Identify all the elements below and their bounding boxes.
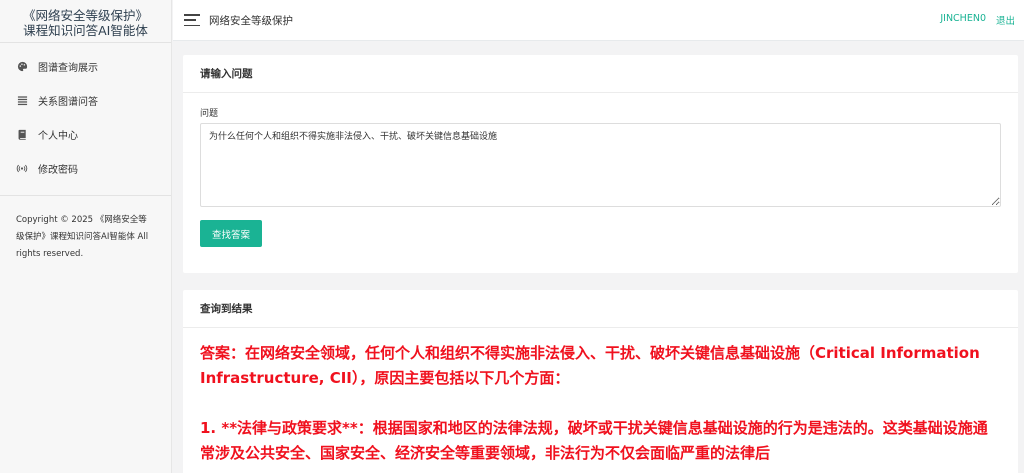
sidebar-item-label: 关系图谱问答 [38, 96, 98, 108]
logout-link[interactable]: 退出 [996, 13, 1015, 27]
sidebar-nav: 图谱查询展示 关系图谱问答 个人中心 修改密码 [0, 43, 171, 196]
page-title: 网络安全等级保护 [209, 14, 293, 27]
find-answer-button[interactable]: 查找答案 [200, 220, 262, 247]
sidebar-item-relation-qa[interactable]: 关系图谱问答 [0, 83, 171, 117]
user-menu: JINCHEN0 退出 [940, 13, 1015, 27]
broadcast-icon [16, 162, 28, 174]
sidebar-item-profile[interactable]: 个人中心 [0, 117, 171, 151]
username-link[interactable]: JINCHEN0 [940, 13, 986, 27]
result-panel: 查询到结果 答案：在网络安全领域，任何个人和组织不得实施非法侵入、干扰、破坏关键… [183, 290, 1018, 473]
brand-line-1: 《网络安全等级保护》 [22, 8, 148, 23]
question-panel-title: 请输入问题 [183, 55, 1018, 93]
book-icon [16, 128, 28, 140]
sidebar-item-label: 个人中心 [38, 130, 78, 142]
list-icon [16, 94, 28, 106]
question-label: 问题 [200, 109, 219, 119]
question-panel: 请输入问题 问题 为什么任何个人和组织不得实施非法侵入、干扰、破坏关键信息基础设… [183, 55, 1018, 273]
brand-line-2: 课程知识问答AI智能体 [23, 23, 148, 38]
sidebar-item-graph-query[interactable]: 图谱查询展示 [0, 49, 171, 83]
sidebar-item-label: 修改密码 [38, 164, 78, 176]
palette-icon [16, 60, 28, 72]
result-panel-title: 查询到结果 [183, 290, 1018, 328]
answer-text: 答案：在网络安全领域，任何个人和组织不得实施非法侵入、干扰、破坏关键信息基础设施… [200, 344, 988, 462]
copyright-text: Copyright © 2025 《网络安全等级保护》课程知识问答AI智能体 A… [16, 215, 149, 259]
sidebar-item-change-password[interactable]: 修改密码 [0, 151, 171, 185]
question-input[interactable]: 为什么任何个人和组织不得实施非法侵入、干扰、破坏关键信息基础设施 [200, 123, 1001, 207]
top-navbar: 网络安全等级保护 JINCHEN0 退出 [173, 0, 1024, 41]
sidebar: 《网络安全等级保护》 课程知识问答AI智能体 图谱查询展示 关系图谱问答 个人中… [0, 0, 172, 473]
brand-logo: 《网络安全等级保护》 课程知识问答AI智能体 [0, 0, 171, 43]
sidebar-item-label: 图谱查询展示 [38, 62, 98, 74]
menu-toggle-icon[interactable] [184, 14, 200, 26]
